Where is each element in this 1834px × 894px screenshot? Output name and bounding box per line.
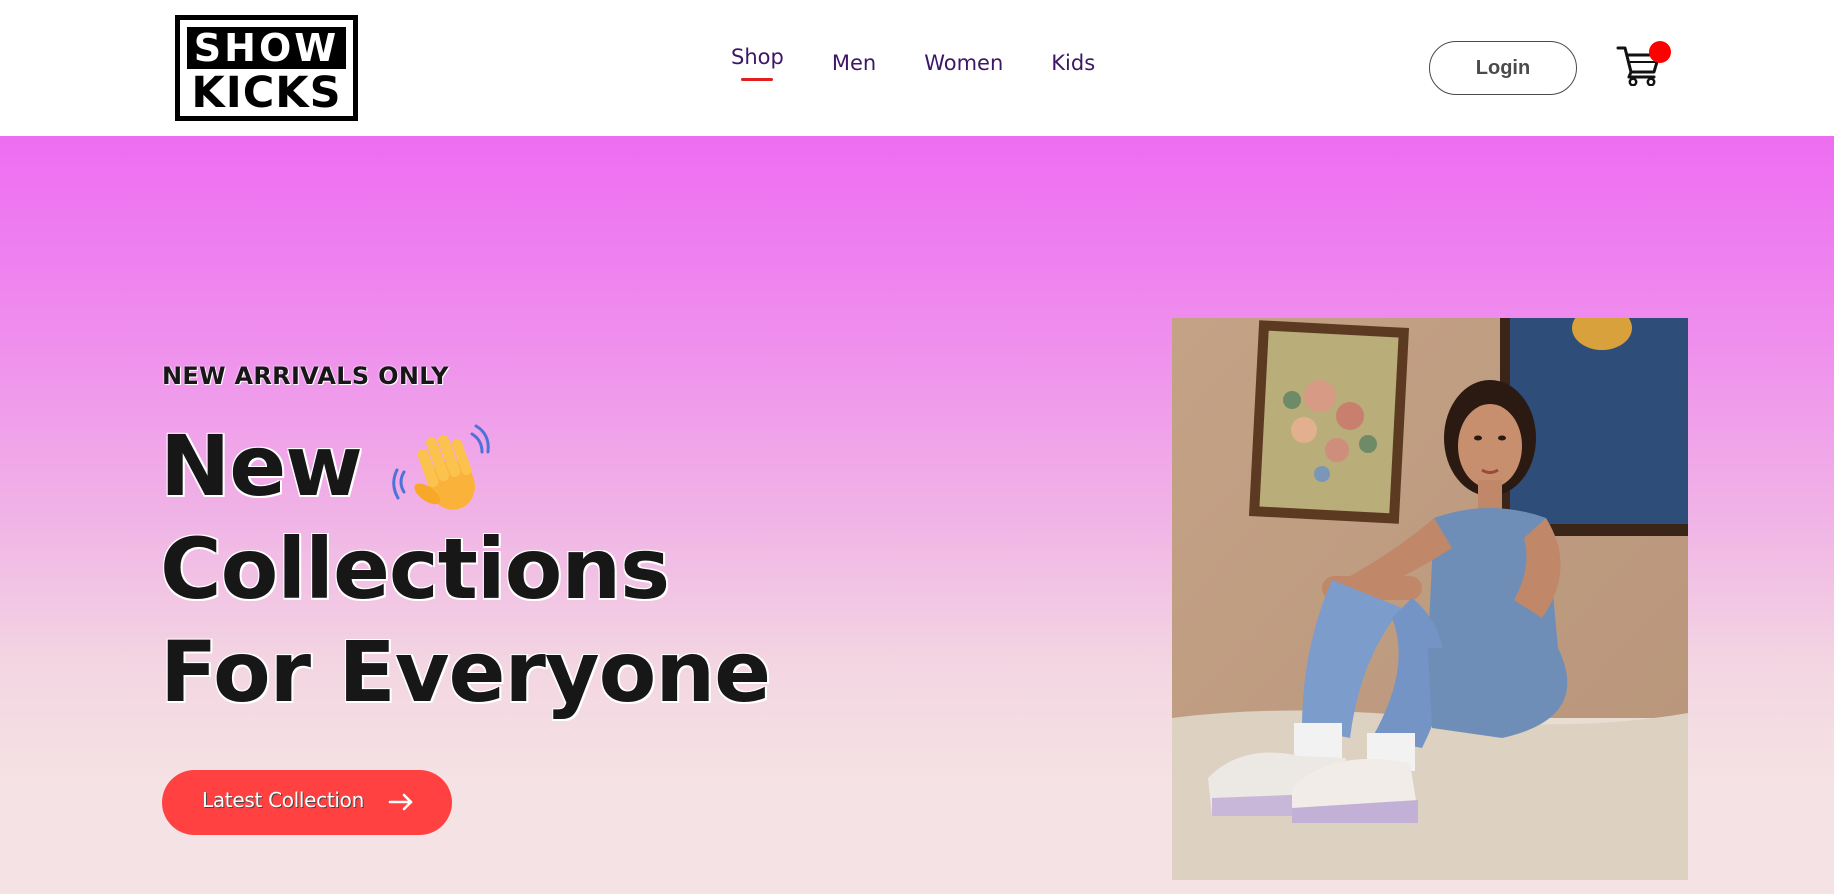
top-navbar: SHOW KICKS Shop Men Women Kids Login bbox=[0, 0, 1834, 136]
nav-item-women[interactable]: Women bbox=[924, 48, 1003, 78]
login-button[interactable]: Login bbox=[1429, 41, 1577, 95]
nav-item-kids[interactable]: Kids bbox=[1051, 48, 1095, 78]
hero-tagline: NEW ARRIVALS ONLY bbox=[162, 362, 449, 390]
nav-item-label: Kids bbox=[1051, 51, 1096, 75]
nav-item-shop[interactable]: Shop bbox=[731, 42, 784, 81]
cta-label: Latest Collection bbox=[202, 788, 364, 812]
nav-item-men[interactable]: Men bbox=[832, 48, 876, 78]
hero-headline-line-1: New bbox=[160, 417, 363, 515]
latest-collection-button[interactable]: Latest Collection bbox=[162, 770, 452, 835]
active-nav-underline bbox=[741, 78, 773, 81]
logo-text-top: SHOW bbox=[187, 27, 346, 69]
nav-item-label: Shop bbox=[731, 45, 784, 69]
cart-badge bbox=[1649, 41, 1671, 63]
hero-model-photo bbox=[1172, 318, 1688, 880]
main-nav: Shop Men Women Kids bbox=[731, 45, 1095, 81]
logo-text-bottom: KICKS bbox=[191, 68, 342, 118]
brand-logo[interactable]: SHOW KICKS bbox=[175, 15, 358, 121]
hero-headline-line-3: For Everyone bbox=[160, 623, 771, 721]
hero-section: NEW ARRIVALS ONLY New Collections For Ev… bbox=[0, 136, 1834, 894]
hero-headline-line-2: Collections bbox=[160, 520, 670, 618]
arrow-right-icon bbox=[388, 793, 413, 811]
nav-item-label: Men bbox=[831, 51, 877, 75]
waving-hand-icon bbox=[392, 420, 492, 520]
nav-item-label: Women bbox=[924, 51, 1004, 75]
